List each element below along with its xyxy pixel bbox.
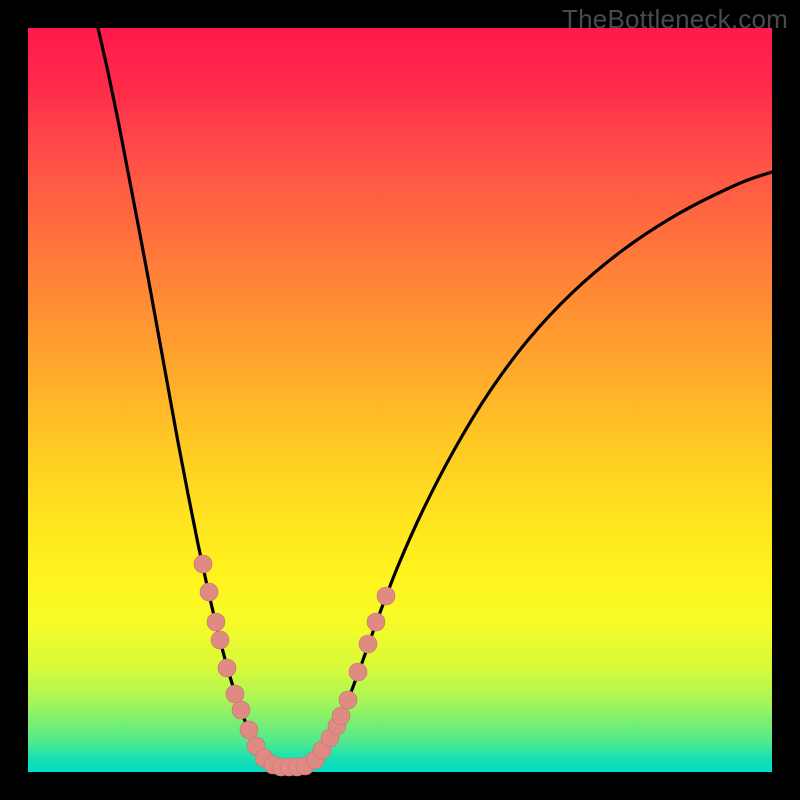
marker-left-2	[207, 613, 225, 631]
marker-right-7	[359, 635, 377, 653]
chart-frame: TheBottleneck.com	[0, 0, 800, 800]
marker-right-4	[332, 707, 350, 725]
marker-left-0	[194, 555, 212, 573]
marker-left-4	[218, 659, 236, 677]
marker-left-5	[226, 685, 244, 703]
marker-right-5	[339, 691, 357, 709]
marker-right-9	[377, 587, 395, 605]
v-curve-path	[98, 28, 772, 767]
marker-right-6	[349, 663, 367, 681]
marker-left-3	[211, 631, 229, 649]
marker-left-7	[240, 721, 258, 739]
marker-left-1	[200, 583, 218, 601]
bottleneck-curve	[28, 28, 772, 772]
curve-markers	[194, 555, 395, 776]
watermark-text: TheBottleneck.com	[562, 4, 788, 35]
marker-left-6	[232, 701, 250, 719]
marker-right-8	[367, 613, 385, 631]
plot-area	[28, 28, 772, 772]
